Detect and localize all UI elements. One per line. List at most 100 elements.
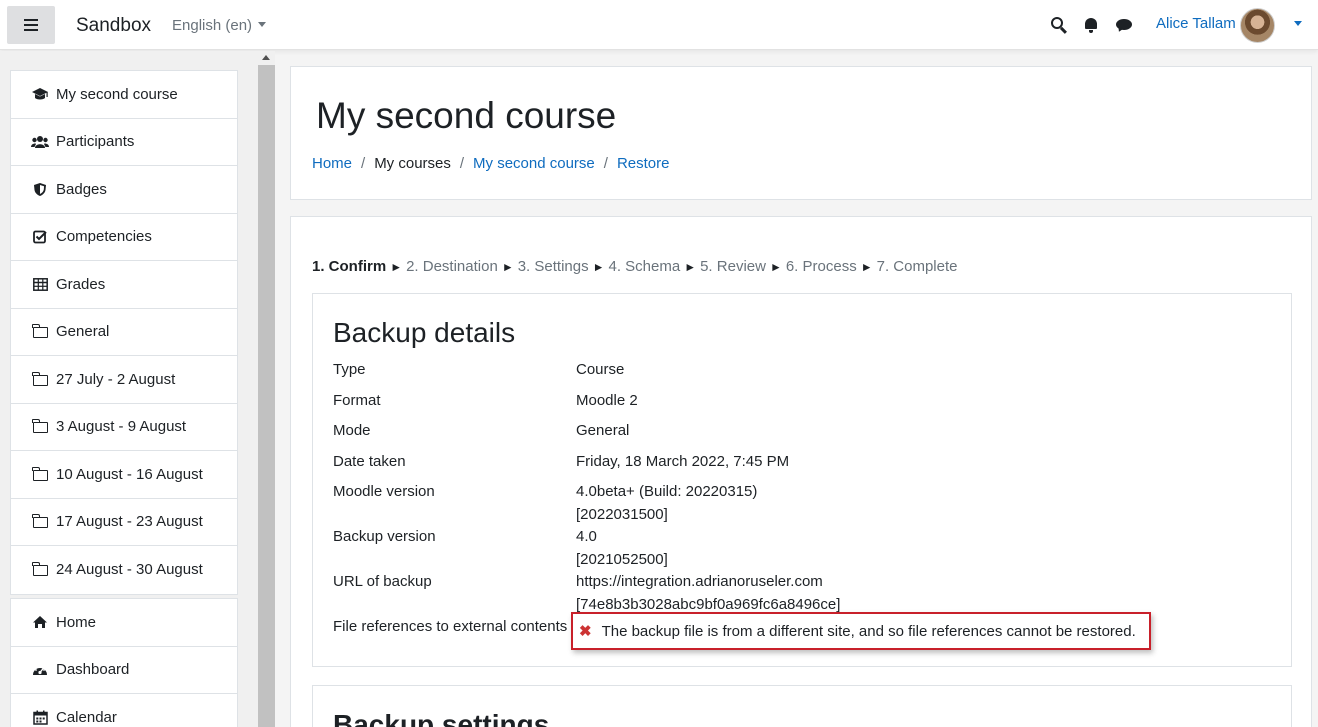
step-arrow-icon: ► <box>684 259 697 274</box>
step-settings: 3. Settings <box>517 258 589 275</box>
nav-item-competencies[interactable]: Competencies <box>11 214 237 261</box>
users-icon <box>31 134 49 150</box>
detail-label-date-taken: Date taken <box>333 453 406 470</box>
nav-item-section[interactable]: 27 July - 2 August <box>11 356 237 404</box>
nav-item-label: 27 July - 2 August <box>56 370 176 388</box>
nav-item-label: General <box>56 323 110 341</box>
nav-item-label: My second course <box>56 85 178 103</box>
arrow-up-icon <box>262 55 270 60</box>
detail-value-moodle-version-build: [2022031500] <box>576 506 668 523</box>
check-square-icon <box>31 229 49 245</box>
file-references-error: ✖ The backup file is from a different si… <box>571 612 1151 650</box>
step-arrow-icon: ► <box>501 259 514 274</box>
detail-label-moodle-version: Moodle version <box>333 483 435 500</box>
step-destination: 2. Destination <box>406 258 498 275</box>
detail-value-url-of-backup: https://integration.adrianoruseler.com <box>576 573 823 590</box>
navbar: Sandbox English ‎(en)‎ Alice Tallam <box>0 0 1318 50</box>
nav-item-section[interactable]: 24 August - 30 August <box>11 546 237 594</box>
nav-item-label: Participants <box>56 133 135 151</box>
drawer-toggle-button[interactable] <box>7 6 55 44</box>
folder-icon <box>31 324 49 340</box>
detail-label-backup-version: Backup version <box>333 528 436 545</box>
nav-item-home[interactable]: Home <box>11 599 237 647</box>
nav-item-label: Home <box>56 613 97 631</box>
breadcrumb: Home / My courses / My second course / R… <box>312 155 669 172</box>
detail-value-backup-version-build: [2021052500] <box>576 551 668 568</box>
nav-item-label: Dashboard <box>56 661 130 679</box>
nav-item-section[interactable]: 3 August - 9 August <box>11 404 237 451</box>
folder-icon <box>31 514 49 530</box>
detail-value-format: Moodle 2 <box>576 392 638 409</box>
caret-down-icon <box>258 22 267 27</box>
nav-item-label: 24 August - 30 August <box>56 561 203 579</box>
breadcrumb-separator: / <box>459 155 465 172</box>
nav-item-calendar[interactable]: Calendar <box>11 694 237 727</box>
drawer-scrollbar[interactable] <box>258 51 275 727</box>
nav-drawer: My second course Participants Badges Com… <box>0 51 275 727</box>
nav-item-section[interactable]: 17 August - 23 August <box>11 499 237 546</box>
nav-item-label: Competencies <box>56 228 152 246</box>
nav-item-dashboard[interactable]: Dashboard <box>11 647 237 694</box>
breadcrumb-restore[interactable]: Restore <box>617 155 670 172</box>
nav-item-label: Badges <box>56 180 107 198</box>
step-schema: 4. Schema <box>608 258 681 275</box>
shield-icon <box>31 181 49 197</box>
nav-item-general[interactable]: General <box>11 309 237 356</box>
step-complete: 7. Complete <box>876 258 958 275</box>
file-references-error-text: The backup file is from a different site… <box>601 622 1136 640</box>
detail-label-url-of-backup: URL of backup <box>333 573 432 590</box>
detail-label-file-references: File references to external contents <box>333 618 568 635</box>
step-arrow-icon: ► <box>860 259 873 274</box>
search-icon[interactable] <box>1050 16 1067 33</box>
scrollbar-up-button[interactable] <box>258 51 275 65</box>
folder-icon <box>31 466 49 482</box>
nav-item-badges[interactable]: Badges <box>11 166 237 214</box>
nav-item-label: Grades <box>56 275 106 293</box>
backup-details-section: Backup details Type Course Format Moodle… <box>312 293 1292 667</box>
site-brand[interactable]: Sandbox <box>76 15 151 37</box>
user-menu-name[interactable]: Alice Tallam <box>1156 15 1236 32</box>
detail-label-mode: Mode <box>333 422 371 439</box>
error-x-icon: ✖ <box>579 623 592 640</box>
nav-item-label: 17 August - 23 August <box>56 513 203 531</box>
step-arrow-icon: ► <box>769 259 782 274</box>
detail-label-type: Type <box>333 361 366 378</box>
nav-item-label: 3 August - 9 August <box>56 418 187 436</box>
detail-value-mode: General <box>576 422 630 439</box>
table-icon <box>31 276 49 292</box>
folder-icon <box>31 562 49 578</box>
page-title: My second course <box>316 95 617 136</box>
nav-item-label: 10 August - 16 August <box>56 465 203 483</box>
nav-item-participants[interactable]: Participants <box>11 119 237 166</box>
course-nav-group: My second course Participants Badges Com… <box>10 70 238 595</box>
step-confirm: 1. Confirm <box>312 258 387 275</box>
breadcrumb-course[interactable]: My second course <box>473 155 595 172</box>
calendar-icon <box>31 710 49 726</box>
step-process: 6. Process <box>785 258 857 275</box>
nav-item-section[interactable]: 10 August - 16 August <box>11 451 237 499</box>
nav-item-my-second-course[interactable]: My second course <box>11 71 237 119</box>
notification-bell-icon[interactable] <box>1083 16 1100 33</box>
language-menu[interactable]: English ‎(en)‎ <box>172 17 267 34</box>
graduation-cap-icon <box>31 86 49 102</box>
detail-value-type: Course <box>576 361 625 378</box>
detail-value-moodle-version: 4.0beta+ (Build: 20220315) <box>576 483 758 500</box>
language-label: English ‎(en)‎ <box>172 17 253 34</box>
nav-item-grades[interactable]: Grades <box>11 261 237 309</box>
detail-label-format: Format <box>333 392 381 409</box>
folder-icon <box>31 371 49 387</box>
restore-steps: 1. Confirm ► 2. Destination ► 3. Setting… <box>312 258 957 275</box>
step-arrow-icon: ► <box>390 259 403 274</box>
breadcrumb-my-courses: My courses <box>374 155 451 172</box>
messages-icon[interactable] <box>1116 16 1133 33</box>
user-menu-caret-icon[interactable] <box>1294 21 1302 26</box>
backup-settings-section: Backup settings <box>312 685 1292 727</box>
avatar[interactable] <box>1240 8 1275 43</box>
breadcrumb-separator: / <box>361 155 366 172</box>
site-nav-group: Home Dashboard Calendar <box>10 598 238 727</box>
dashboard-icon <box>31 662 49 678</box>
detail-value-site-hash: [74e8b3b3028abc9bf0a969fc6a8496ce] <box>576 596 841 613</box>
breadcrumb-home[interactable]: Home <box>312 155 352 172</box>
folder-icon <box>31 419 49 435</box>
backup-settings-title: Backup settings <box>333 709 550 727</box>
